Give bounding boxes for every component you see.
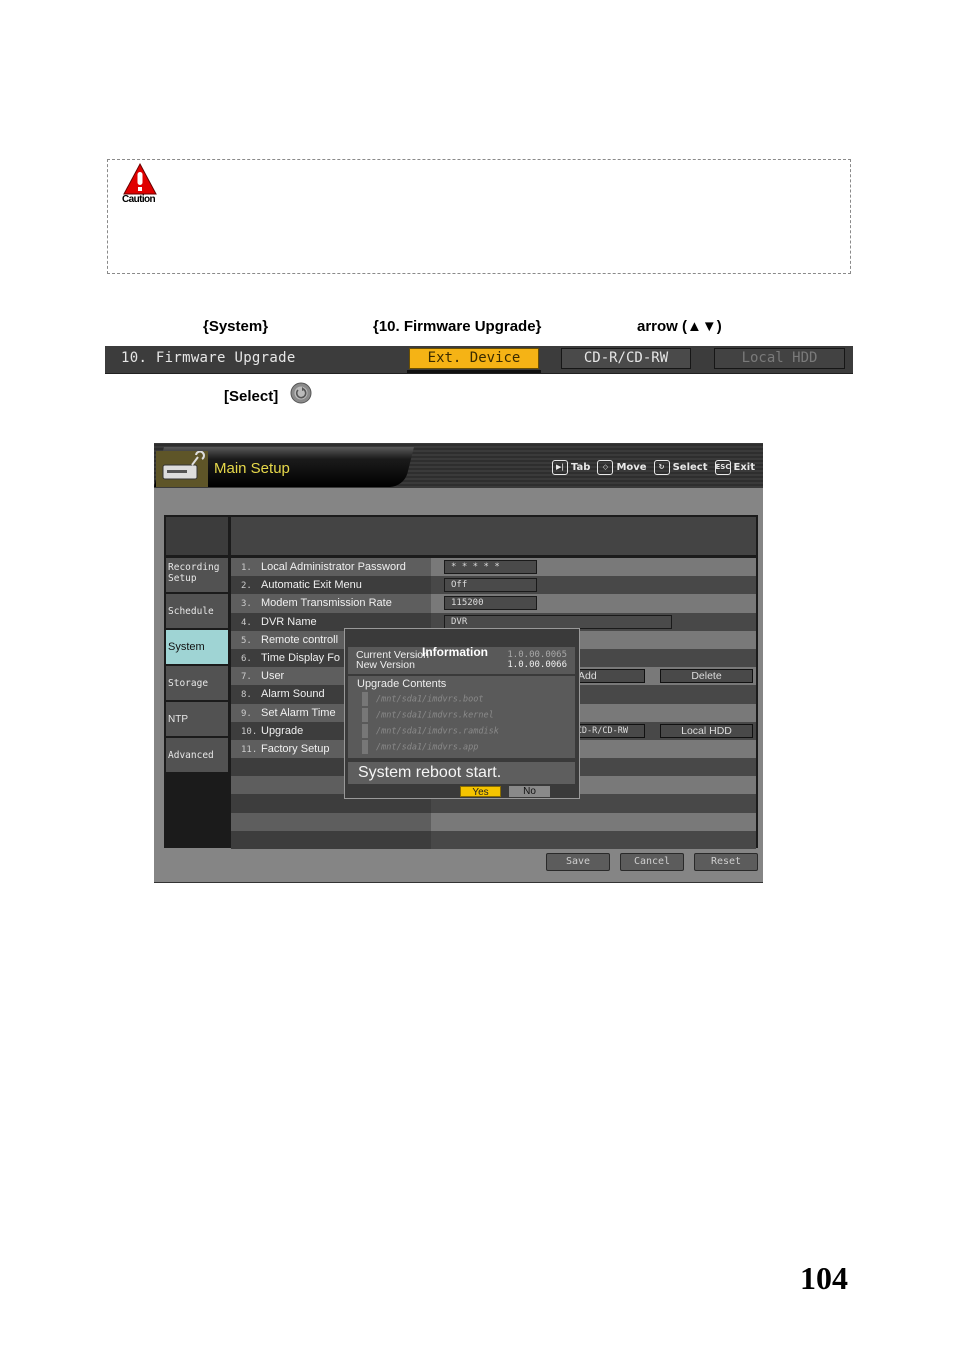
row-label: Time Display Fo	[261, 651, 341, 664]
main-setup-title: Main Setup	[214, 460, 290, 477]
row-label: Set Alarm Time	[261, 706, 336, 719]
upgrade-contents-section: Upgrade Contents /mnt/sda1/imdvrs.boot /…	[348, 676, 575, 758]
auto-exit-select[interactable]: Off	[444, 578, 537, 593]
dialog-title: Information	[422, 645, 488, 659]
upgrade-item: /mnt/sda1/imdvrs.boot	[362, 692, 483, 706]
dvr-name-input[interactable]: DVR	[444, 614, 672, 629]
checkbox	[362, 708, 368, 722]
hint-exit-label: Exit	[733, 462, 756, 473]
row-automatic-exit-menu[interactable]: 2. Automatic Exit Menu Off	[231, 576, 756, 595]
reboot-message: System reboot start.	[348, 762, 575, 784]
upgrade-contents-label: Upgrade Contents	[357, 678, 447, 690]
sidebar-item-advanced[interactable]: Advanced	[166, 738, 228, 772]
row-number: 8.	[241, 690, 252, 701]
row-number: 1.	[241, 563, 252, 573]
cd-r-cd-rw-option[interactable]: CD-R/CD-RW	[561, 348, 691, 369]
caution-label: Caution	[122, 194, 156, 205]
row-label: Remote controll	[261, 633, 339, 646]
upgrade-local-hdd-button[interactable]: Local HDD	[660, 723, 753, 738]
row-number: 7.	[241, 672, 252, 683]
upgrade-item: /mnt/sda1/imdvrs.kernel	[362, 708, 494, 722]
password-field[interactable]: * * * * *	[444, 560, 537, 574]
modem-rate-select[interactable]: 115200	[444, 596, 537, 611]
information-dialog: Current Version New Version 1.0.00.0065 …	[344, 628, 580, 799]
ext-device-option[interactable]: Ext. Device	[409, 348, 539, 369]
dvr-main-setup-screen: Main Setup ▶| Tab ◇ Move ↻ Select ESC Ex…	[154, 443, 763, 883]
row-number: 9.	[241, 708, 252, 719]
esc-icon: ESC	[714, 460, 731, 475]
tab-icon: ▶|	[552, 460, 569, 475]
key-hints: ▶| Tab ◇ Move ↻ Select ESC Exit	[548, 460, 755, 475]
instruction-arrow: arrow (▲▼)	[637, 318, 722, 335]
cancel-button[interactable]: Cancel	[620, 853, 684, 871]
focus-underline	[407, 370, 541, 373]
instruction-menu-item: {10. Firmware Upgrade}	[373, 318, 542, 335]
caution-box: Caution	[107, 159, 851, 274]
checkbox	[362, 692, 368, 706]
row-modem-transmission-rate[interactable]: 3. Modem Transmission Rate 115200	[231, 594, 756, 613]
row-label: User	[261, 670, 285, 683]
row-number: 10.	[241, 726, 258, 737]
firmware-upgrade-title: 10. Firmware Upgrade	[121, 350, 296, 366]
instruction-system: {System}	[203, 318, 269, 335]
upgrade-item: /mnt/sda1/imdvrs.ramdisk	[362, 724, 499, 738]
row-number: 11.	[241, 744, 258, 755]
row-number: 4.	[241, 617, 252, 628]
new-version-value: 1.0.00.0066	[507, 660, 567, 670]
row-label: Modem Transmission Rate	[261, 597, 392, 610]
select-button-icon	[290, 382, 312, 404]
row-label: Local Administrator Password	[261, 561, 406, 573]
save-button[interactable]: Save	[546, 853, 610, 871]
sidebar-item-storage[interactable]: Storage	[166, 666, 228, 700]
row-label: DVR Name	[261, 615, 317, 628]
sidebar-item-schedule[interactable]: Schedule	[166, 594, 228, 628]
row-number: 3.	[241, 599, 252, 610]
hint-move-label: Move	[616, 462, 647, 473]
select-icon: ↻	[653, 460, 670, 475]
panel-header-left	[166, 517, 228, 555]
upgrade-item: /mnt/sda1/imdvrs.app	[362, 740, 478, 754]
row-number: 2.	[241, 581, 252, 592]
hint-select-label: Select	[672, 462, 708, 473]
row-number: 5.	[241, 635, 252, 646]
panel-header-right	[231, 517, 756, 555]
page-number: 104	[800, 1260, 848, 1296]
empty-row	[231, 812, 756, 831]
row-number: 6.	[241, 653, 252, 664]
select-label: [Select]	[224, 388, 279, 405]
current-version-value: 1.0.00.0065	[507, 650, 567, 660]
reset-button[interactable]: Reset	[694, 853, 758, 871]
new-version-label: New Version	[356, 659, 415, 671]
sidebar-item-system[interactable]: System	[166, 630, 228, 664]
sidebar-item-recording-setup[interactable]: Recording Setup	[166, 558, 228, 592]
empty-row	[231, 830, 756, 849]
checkbox	[362, 740, 368, 754]
row-label: Automatic Exit Menu	[261, 579, 362, 592]
row-local-admin-password[interactable]: 1. Local Administrator Password * * * * *	[231, 558, 756, 577]
sidebar: Recording Setup Schedule System Storage …	[166, 558, 228, 774]
setup-icon-box	[156, 450, 208, 487]
screen-header: Main Setup ▶| Tab ◇ Move ↻ Select ESC Ex…	[154, 443, 763, 488]
sidebar-item-ntp[interactable]: NTP	[166, 702, 228, 736]
hint-tab-label: Tab	[571, 462, 591, 473]
local-hdd-option: Local HDD	[714, 348, 845, 369]
no-button[interactable]: No	[509, 786, 550, 797]
move-icon: ◇	[597, 460, 614, 475]
user-delete-button[interactable]: Delete	[660, 669, 753, 684]
firmware-upgrade-bar: 10. Firmware Upgrade Ext. Device CD-R/CD…	[105, 346, 853, 374]
checkbox	[362, 724, 368, 738]
row-label: Factory Setup	[261, 742, 330, 755]
yes-button[interactable]: Yes	[460, 786, 501, 798]
row-label: Upgrade	[261, 724, 304, 737]
dvr-setup-icon	[162, 450, 205, 480]
row-label: Alarm Sound	[261, 688, 325, 701]
